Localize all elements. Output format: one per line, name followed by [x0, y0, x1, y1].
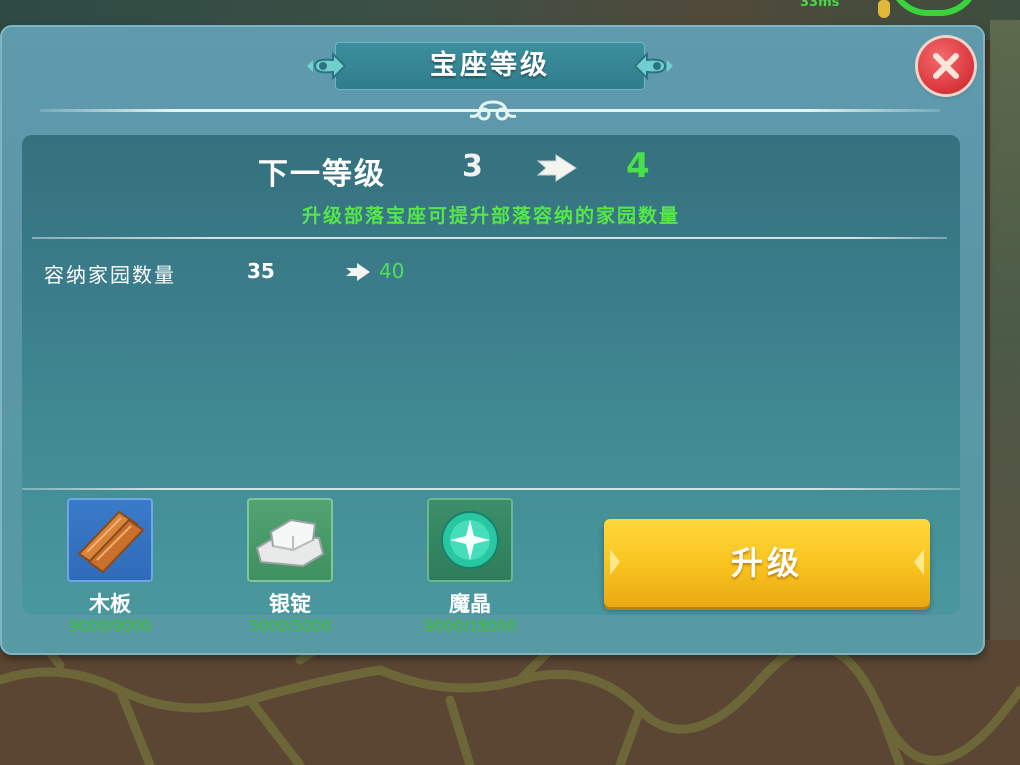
resource-silver: 银锭 5000/5000 — [222, 498, 342, 635]
silver-ingot-icon — [247, 498, 333, 582]
wood-plank-icon — [67, 498, 153, 582]
hud-marker-icon — [878, 0, 890, 18]
magic-crystal-icon — [427, 498, 513, 582]
resource-amount: 5000/5000 — [248, 616, 332, 635]
resource-crystal: 魔晶 9000/18000 — [402, 498, 522, 635]
section-divider — [32, 237, 947, 239]
capacity-label: 容纳家园数量 — [44, 263, 176, 287]
next-level-label: 下一等级 — [258, 157, 386, 192]
upgrade-info-area: 下一等级 3 4 升级部落宝座可提升部落容纳的家园数量 容纳家园数量 35 40… — [22, 135, 960, 635]
resource-amount: 9000/18000 — [423, 616, 517, 635]
dialog-title: 宝座等级 — [430, 50, 550, 81]
resource-divider — [22, 488, 960, 490]
current-level-value: 3 — [462, 149, 483, 184]
upgrade-button-label: 升级 — [730, 544, 803, 582]
dialog-title-banner: 宝座等级 — [305, 42, 675, 90]
resource-amount: 9000/9000 — [68, 616, 152, 635]
arrow-right-icon — [536, 154, 577, 182]
close-icon — [933, 53, 959, 79]
game-scene-floor — [0, 640, 1020, 765]
resource-name: 木板 — [89, 592, 131, 616]
next-level-value: 4 — [626, 146, 650, 186]
game-scene-right — [990, 20, 1020, 660]
close-button[interactable] — [918, 38, 974, 94]
resource-name: 魔晶 — [449, 592, 491, 616]
throne-level-dialog: 宝座等级 下一等级 3 4 升级部落宝座可提升部落容纳的家园数量 容纳家园数量 … — [0, 25, 985, 655]
ping-readout: 33ms — [800, 0, 840, 10]
resource-name: 银锭 — [269, 592, 311, 616]
upgrade-button[interactable]: 升级 — [604, 519, 930, 607]
upgrade-description: 升级部落宝座可提升部落容纳的家园数量 — [301, 205, 680, 227]
resource-wood: 木板 9000/9000 — [42, 498, 162, 635]
arrow-right-icon — [346, 263, 370, 281]
capacity-current-value: 35 — [247, 259, 275, 283]
knot-ornament-icon — [469, 100, 517, 121]
capacity-next-value: 40 — [379, 259, 405, 283]
